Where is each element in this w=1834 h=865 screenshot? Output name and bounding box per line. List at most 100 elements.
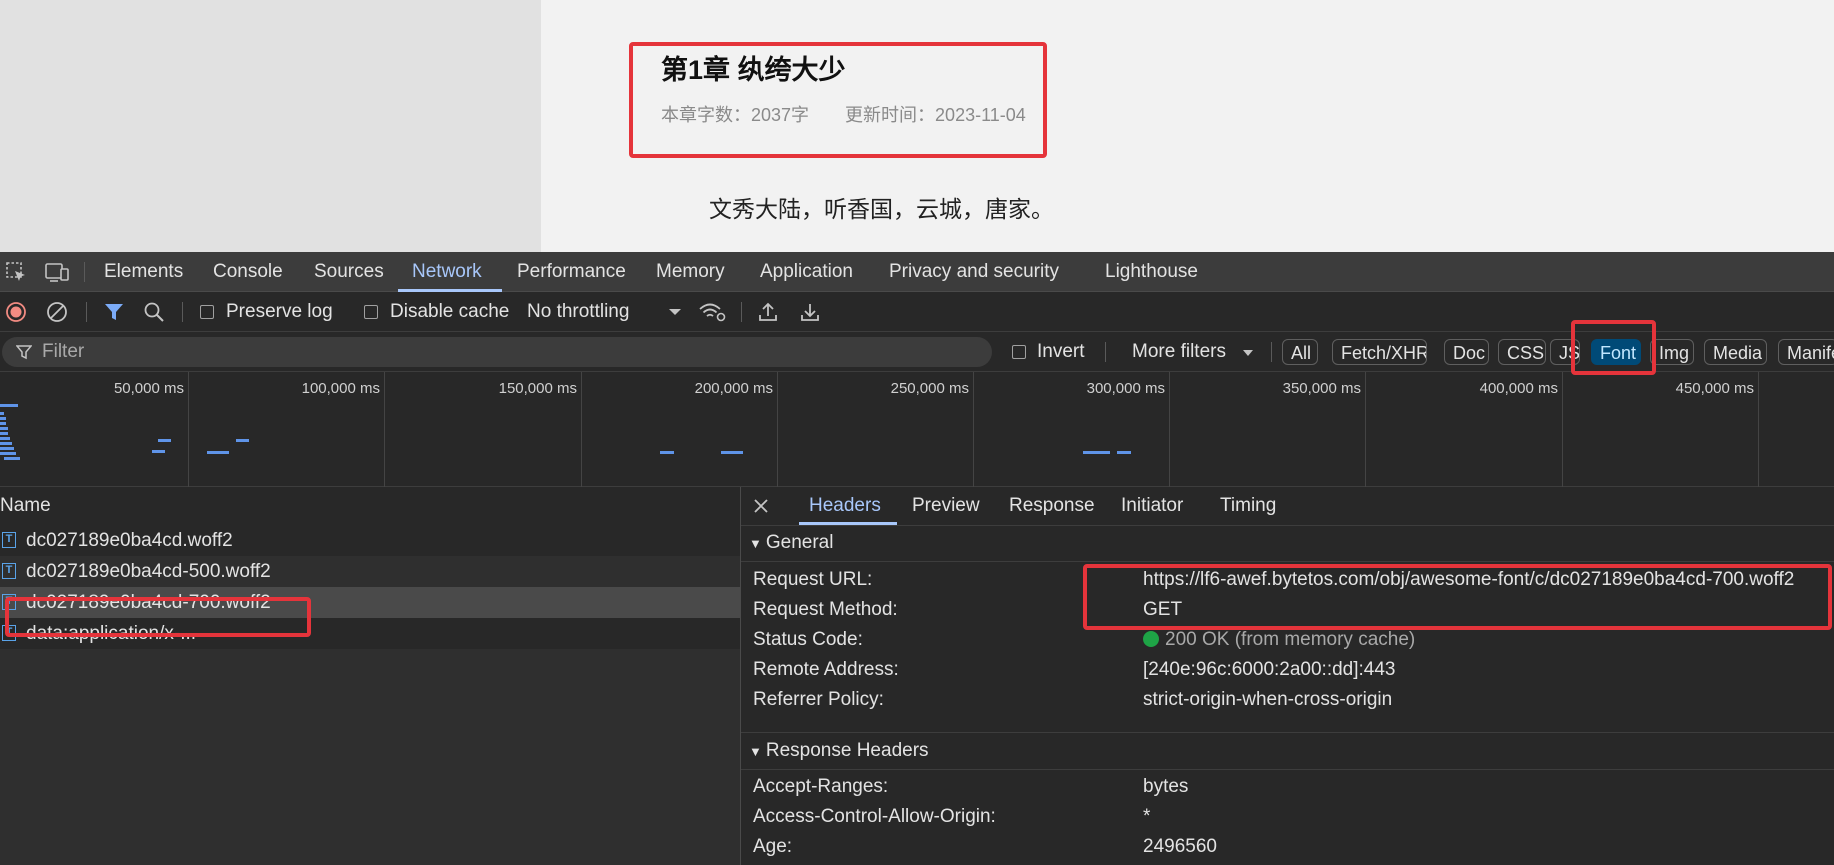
header-key: Referrer Policy: — [753, 689, 884, 710]
header-key: Request Method: — [753, 599, 898, 620]
chapter-meta: 本章字数：2037字 更新时间：2023-11-04 — [661, 101, 1026, 127]
request-row[interactable]: T dc027189e0ba4cd-500.woff2 — [0, 556, 740, 587]
close-icon[interactable] — [751, 496, 771, 516]
invert-checkbox[interactable] — [1012, 345, 1026, 359]
devtools-panel: Elements Console Sources Network Perform… — [0, 252, 1834, 865]
network-conditions-icon[interactable] — [697, 301, 727, 323]
waterfall-bar — [0, 412, 4, 415]
type-filter-manifest[interactable]: Manife — [1778, 339, 1834, 365]
toolbar-divider — [741, 302, 742, 322]
search-icon[interactable] — [142, 301, 166, 323]
accept-ranges-value: bytes — [1143, 776, 1189, 797]
request-row[interactable]: T dc027189e0ba4cd.woff2 — [0, 525, 740, 556]
expand-triangle-icon: ▼ — [749, 744, 762, 759]
type-filter-fetch-xhr[interactable]: Fetch/XHR — [1332, 339, 1427, 365]
timeline-tick-label: 300,000 ms — [1086, 380, 1165, 397]
type-filter-all[interactable]: All — [1282, 339, 1318, 365]
type-filter-img[interactable]: Img — [1650, 339, 1694, 365]
type-filter-js[interactable]: JS — [1550, 339, 1580, 365]
throttling-select[interactable]: No throttling — [527, 292, 629, 332]
tab-privacy-security[interactable]: Privacy and security — [889, 252, 1059, 292]
tab-preview[interactable]: Preview — [912, 487, 980, 525]
timeline-tick-label: 350,000 ms — [1282, 380, 1361, 397]
age-value: 2496560 — [1143, 836, 1217, 857]
font-file-icon: T — [2, 625, 16, 641]
header-key: Status Code: — [753, 629, 863, 650]
tab-memory[interactable]: Memory — [656, 252, 725, 292]
network-toolbar: Preserve log Disable cache No throttling — [0, 292, 1834, 332]
filter-input[interactable]: Filter — [2, 337, 992, 367]
waterfall-bar — [0, 447, 14, 450]
waterfall-bar — [0, 422, 6, 425]
timeline-tick-label: 200,000 ms — [694, 380, 773, 397]
inspect-element-icon[interactable] — [4, 261, 28, 283]
device-toolbar-icon[interactable] — [44, 261, 70, 283]
timeline-tick — [1562, 372, 1563, 487]
tab-performance[interactable]: Performance — [517, 252, 626, 292]
request-row[interactable]: T data:application/x-... — [0, 618, 740, 649]
tab-sources[interactable]: Sources — [314, 252, 384, 292]
export-har-icon[interactable] — [798, 301, 822, 323]
response-headers-section-header[interactable]: ▼ Response Headers — [741, 732, 1834, 770]
type-filter-doc[interactable]: Doc — [1444, 339, 1489, 365]
timeline-tick — [777, 372, 778, 487]
header-key: Age: — [753, 836, 793, 857]
tab-timing[interactable]: Timing — [1220, 487, 1276, 525]
waterfall-bar — [236, 439, 249, 442]
record-stop-icon[interactable] — [4, 301, 28, 323]
timeline-tick-label: 150,000 ms — [498, 380, 577, 397]
request-name: data:application/x-... — [26, 623, 197, 644]
tab-lighthouse[interactable]: Lighthouse — [1105, 252, 1198, 292]
waterfall-bar — [1117, 451, 1131, 454]
chapter-first-line: 文秀大陆，听香国，云城，唐家。 — [709, 196, 1054, 222]
header-key: Request URL: — [753, 569, 873, 590]
font-file-icon: T — [2, 594, 16, 610]
filterbar-divider — [1105, 342, 1106, 362]
preserve-log-checkbox[interactable] — [200, 305, 214, 319]
disable-cache-checkbox[interactable] — [364, 305, 378, 319]
timeline-tick-label: 450,000 ms — [1675, 380, 1754, 397]
tab-headers[interactable]: Headers — [809, 487, 881, 525]
response-headers-title: Response Headers — [765, 740, 929, 761]
general-section-title: General — [765, 532, 834, 553]
chevron-down-icon[interactable] — [665, 304, 685, 320]
tab-application[interactable]: Application — [760, 252, 853, 292]
header-key: Accept-Ranges: — [753, 776, 889, 797]
request-list-empty-area — [0, 649, 740, 865]
tab-initiator[interactable]: Initiator — [1121, 487, 1183, 525]
general-section-header[interactable]: ▼ General — [741, 525, 1834, 562]
waterfall-bar — [152, 450, 165, 453]
filter-toggle-icon[interactable] — [102, 301, 126, 323]
tab-console[interactable]: Console — [213, 252, 283, 292]
font-file-icon: T — [2, 563, 16, 579]
more-filters-chevron-icon[interactable] — [1240, 346, 1256, 360]
type-filter-font[interactable]: Font — [1591, 339, 1641, 365]
tab-elements[interactable]: Elements — [104, 252, 183, 292]
word-count: 本章字数：2037字 — [661, 105, 810, 125]
timeline-tick — [973, 372, 974, 487]
import-har-icon[interactable] — [756, 301, 780, 323]
tab-network[interactable]: Network — [412, 252, 482, 292]
timeline-tick-label: 400,000 ms — [1479, 380, 1558, 397]
devtools-tab-bar: Elements Console Sources Network Perform… — [0, 252, 1834, 292]
timeline-tick-label: 250,000 ms — [890, 380, 969, 397]
toolbar-divider — [182, 302, 183, 322]
more-filters-button[interactable]: More filters — [1132, 332, 1226, 372]
request-row-selected[interactable]: T dc027189e0ba4cd-700.woff2 — [0, 587, 740, 618]
waterfall-bar — [0, 417, 6, 420]
network-overview-timeline[interactable]: 50,000 ms 100,000 ms 150,000 ms 200,000 … — [0, 372, 1834, 487]
timeline-tick — [1169, 372, 1170, 487]
chapter-title: 第1章 纨绔大少 — [661, 55, 846, 85]
type-filter-css[interactable]: CSS — [1498, 339, 1546, 365]
waterfall-bar — [721, 451, 743, 454]
status-text: 200 OK (from memory cache) — [1165, 629, 1416, 650]
remote-address-value: [240e:96c:6000:2a00::dd]:443 — [1143, 659, 1396, 680]
clear-log-icon[interactable] — [45, 301, 69, 323]
request-details-panel: Headers Preview Response Initiator Timin… — [741, 487, 1834, 865]
waterfall-bar — [0, 432, 8, 435]
tab-response[interactable]: Response — [1009, 487, 1095, 525]
type-filter-media[interactable]: Media — [1704, 339, 1767, 365]
name-column-header[interactable]: Name — [0, 487, 740, 526]
preserve-log-label: Preserve log — [226, 301, 333, 322]
request-name: dc027189e0ba4cd.woff2 — [26, 530, 233, 551]
